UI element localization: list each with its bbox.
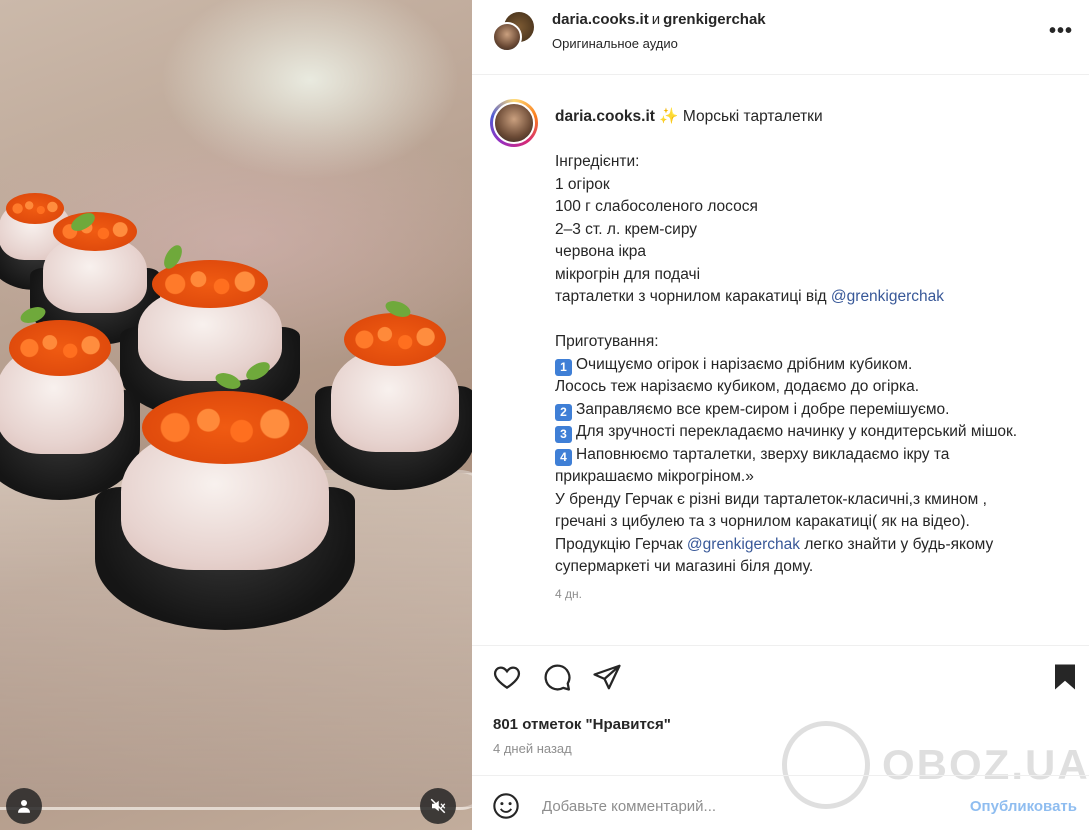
avatar[interactable] bbox=[490, 99, 538, 147]
brand-line: гречані з цибулею та з чорнилом каракати… bbox=[555, 513, 970, 530]
caption: daria.cooks.it ✨ Морські тарталетки Інгр… bbox=[472, 75, 1089, 645]
product-suffix: легко знайти у будь-якому bbox=[800, 535, 994, 553]
heart-icon bbox=[494, 666, 520, 689]
post-video[interactable] bbox=[0, 0, 472, 830]
avatar bbox=[492, 22, 522, 52]
ingredient-line: 100 г слабосоленого лосося bbox=[555, 198, 758, 215]
save-button[interactable] bbox=[1050, 662, 1082, 694]
sparkle-emoji: ✨ bbox=[659, 108, 679, 125]
author-link[interactable]: daria.cooks.it bbox=[552, 11, 649, 28]
post-time[interactable]: 4 дней назад bbox=[493, 741, 572, 756]
action-bar: OBOZ.UA 801 отметок "Нравится" 4 дней на… bbox=[472, 645, 1089, 809]
step-text: Для зручності перекладаємо начинку у кон… bbox=[576, 423, 1018, 440]
comment-button[interactable] bbox=[542, 662, 574, 694]
mention-link[interactable]: @grenkigerchak bbox=[831, 288, 944, 305]
smiley-icon bbox=[493, 793, 519, 819]
step-text: Лосось теж нарізаємо кубиком, додаємо до… bbox=[555, 378, 920, 395]
brand-line: У бренду Герчак є різні види тарталеток-… bbox=[555, 490, 987, 508]
speech-bubble-icon bbox=[544, 664, 571, 691]
comment-bar: Добавьте комментарий... Опубликовать bbox=[472, 775, 1089, 830]
step-text: прикрашаємо мікрогріном.» bbox=[555, 468, 754, 485]
tartlets-line: тарталетки з чорнилом каракатиці від bbox=[555, 288, 831, 305]
prep-heading: Приготування: bbox=[555, 333, 659, 350]
like-button[interactable] bbox=[492, 662, 524, 694]
ingredient-line: 1 огірок bbox=[555, 175, 610, 193]
paper-plane-icon bbox=[593, 664, 621, 690]
likes-count[interactable]: 801 отметок "Нравится" bbox=[493, 716, 671, 733]
emoji-button[interactable] bbox=[492, 792, 520, 820]
ingredient-line: Інгредієнти: bbox=[555, 153, 640, 170]
step-badge-icon: 4 bbox=[555, 448, 572, 466]
caption-title: Морські тарталетки bbox=[682, 108, 823, 125]
collab-avatars[interactable] bbox=[492, 12, 534, 54]
step-text: Очищуємо огірок і нарізаємо дрібним куби… bbox=[576, 355, 913, 373]
post-authors: daria.cooks.it и grenkigerchak bbox=[552, 11, 766, 28]
conjunction: и bbox=[651, 11, 661, 28]
user-icon bbox=[18, 800, 30, 813]
publish-button[interactable]: Опубликовать bbox=[970, 798, 1077, 815]
bookmark-icon bbox=[1055, 664, 1075, 690]
speaker-muted-icon bbox=[430, 798, 446, 814]
more-options-button[interactable]: ••• bbox=[1049, 20, 1073, 43]
ingredient-line: мікрогрін для подачі bbox=[555, 265, 701, 283]
ingredient-line: червона ікра bbox=[555, 243, 646, 260]
post-panel: daria.cooks.it и grenkigerchak Оригинально… bbox=[472, 0, 1089, 830]
tartlet bbox=[95, 358, 355, 630]
ingredient-line: 2–3 ст. л. крем-сиру bbox=[555, 220, 698, 238]
step-badge-icon: 2 bbox=[555, 403, 572, 421]
audio-link[interactable]: Оригинальное аудио bbox=[552, 36, 678, 51]
share-button[interactable] bbox=[592, 662, 624, 694]
product-end: супермаркеті чи магазині біля дому. bbox=[555, 558, 814, 575]
step-badge-icon: 3 bbox=[555, 426, 572, 443]
mute-button[interactable] bbox=[420, 788, 456, 824]
post-header: daria.cooks.it и grenkigerchak Оригинально… bbox=[472, 0, 1089, 75]
step-text: Заправляємо все крем-сиром і добре перем… bbox=[576, 400, 950, 418]
step-text: Наповнюємо тарталетки, зверху викладаємо… bbox=[576, 445, 950, 463]
product-prefix: Продукцію Герчак bbox=[555, 535, 687, 553]
caption-text: daria.cooks.it ✨ Морські тарталетки Інгр… bbox=[555, 106, 1075, 579]
comment-input[interactable]: Добавьте комментарий... bbox=[542, 798, 942, 815]
tagged-users-button[interactable] bbox=[6, 788, 42, 824]
caption-time[interactable]: 4 дн. bbox=[555, 587, 582, 601]
mention-link[interactable]: @grenkigerchak bbox=[687, 536, 800, 553]
step-badge-icon: 1 bbox=[555, 358, 572, 376]
caption-username[interactable]: daria.cooks.it bbox=[555, 108, 655, 125]
collaborator-link[interactable]: grenkigerchak bbox=[663, 11, 766, 28]
